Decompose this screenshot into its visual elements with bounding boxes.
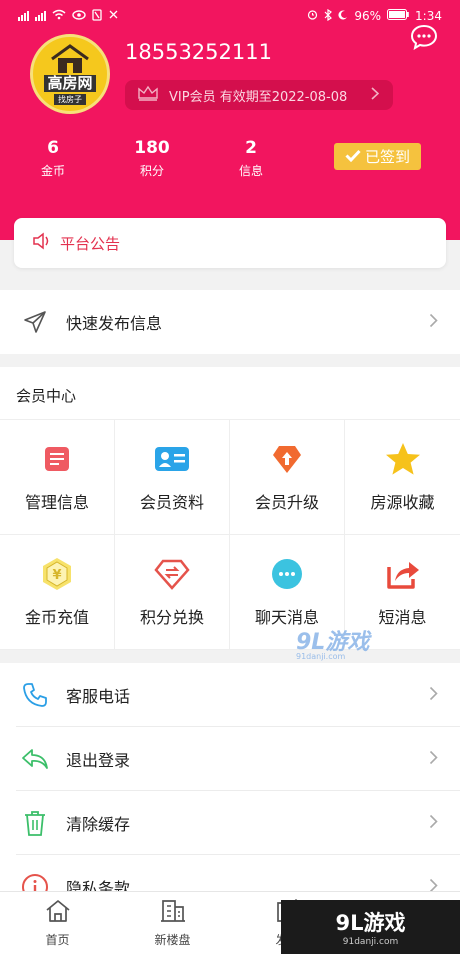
avatar-brand-text: 高房网 [44,75,96,92]
star-icon [385,441,421,477]
chevron-right-icon [371,86,380,104]
avatar-tag-text: 找房子 [54,94,86,105]
crown-icon [137,85,159,105]
sim-signal-icon [35,11,46,21]
building-icon [160,899,186,927]
chevron-right-icon [429,750,438,769]
quick-publish-label: 快速发布信息 [66,314,163,333]
home-icon [45,899,71,927]
house-logo-icon [51,44,89,73]
user-phone: 18553252111 [125,40,272,64]
battery-icon [387,9,409,23]
nfc-icon [92,8,102,24]
grid-item-member-upgrade[interactable]: 会员升级 [230,420,345,535]
stat-points[interactable]: 180 积分 [117,138,187,179]
stat-label: 金币 [40,164,65,178]
tab-new-buildings[interactable]: 新楼盘 [115,892,230,954]
signed-in-button[interactable]: 已签到 [334,143,421,170]
announcement-bar[interactable]: 平台公告 [14,218,446,268]
clock-time: 1:34 [415,9,442,23]
exchange-icon [154,556,190,592]
stat-value: 2 [245,138,257,158]
bluetooth-icon [324,8,333,24]
member-center-title: 会员中心 [16,387,77,405]
tab-home[interactable]: 首页 [0,892,115,954]
battery-percent: 96% [354,9,382,23]
alarm-icon [307,9,318,23]
menu-row-clear-cache[interactable]: 清除缓存 [0,791,460,855]
grid-label: 会员升级 [254,493,319,512]
grid-item-favorites[interactable]: 房源收藏 [345,420,460,535]
share-icon [385,556,421,592]
quick-publish-row[interactable]: 快速发布信息 [0,290,460,354]
grid-item-member-profile[interactable]: 会员资料 [115,420,230,535]
status-bar: 96% 1:34 [18,6,442,26]
grid-label: 管理信息 [24,493,89,512]
menu-label: 客服电话 [66,687,131,706]
grid-label: 房源收藏 [370,493,435,512]
vip-membership-banner[interactable]: VIP会员 有效期至2022-08-08 [125,80,393,110]
watermark-brand: 9L游戏 [335,911,406,935]
announcement-label: 平台公告 [60,234,121,253]
logout-icon [20,744,50,774]
tab-label: 新楼盘 [154,932,191,947]
stat-value: 6 [47,138,59,158]
menu-label: 清除缓存 [66,815,131,834]
member-profile-icon [154,441,190,477]
message-icon[interactable] [410,24,438,51]
watermark-logo: 9L游戏 91danji.com [296,624,369,661]
svg-text:¥: ¥ [52,568,61,583]
grid-item-points-exchange[interactable]: 积分兑换 [115,535,230,650]
grid-label: 金币充值 [24,608,89,627]
sim-signal-icon [18,11,29,21]
grid-item-coin-recharge[interactable]: ¥ 金币充值 [0,535,115,650]
member-center: 会员中心 管理信息 会员资料 会员升级 房源收藏 ¥ 金币充值 积分兑换 聊天消… [0,367,460,650]
stat-value: 180 [134,138,170,158]
stat-messages[interactable]: 2 信息 [216,138,286,179]
profile-header: 96% 1:34 高房网 找房子 18553252111 VIP会员 有效期至2… [0,0,460,240]
vip-text: VIP会员 有效期至2022-08-08 [169,89,348,105]
send-icon [20,307,50,337]
wifi-icon [52,9,66,23]
notification-icon [108,9,119,23]
menu-row-logout[interactable]: 退出登录 [0,727,460,791]
signed-label: 已签到 [364,148,410,166]
grid-label: 会员资料 [139,493,204,512]
menu-row-hotline[interactable]: 客服电话 [0,663,460,727]
menu-label: 退出登录 [66,751,131,770]
grid-label: 积分兑换 [139,608,204,627]
watermark-site: 91danji.com [342,937,399,947]
coin-icon: ¥ [39,556,75,592]
avatar[interactable]: 高房网 找房子 [30,34,110,114]
member-grid: 管理信息 会员资料 会员升级 房源收藏 ¥ 金币充值 积分兑换 聊天消息 短消息 [0,419,460,650]
stat-coins[interactable]: 6 金币 [18,138,88,179]
trash-icon [20,808,50,838]
manage-info-icon [39,441,75,477]
speaker-icon [32,232,52,254]
member-upgrade-icon [269,441,305,477]
phone-icon [20,680,50,710]
grid-item-manage-info[interactable]: 管理信息 [0,420,115,535]
chevron-right-icon [429,686,438,705]
grid-label: 短消息 [378,608,427,627]
stat-label: 信息 [238,164,263,178]
chevron-right-icon [429,814,438,833]
stat-label: 积分 [139,164,164,178]
tab-label: 首页 [45,932,70,947]
moon-icon [338,9,348,23]
eye-icon [72,9,86,23]
chevron-right-icon [429,313,438,332]
watermark-corner: 9L游戏 91danji.com [281,900,460,954]
checkmark-icon [345,148,361,166]
chat-bubble-icon [269,556,305,592]
